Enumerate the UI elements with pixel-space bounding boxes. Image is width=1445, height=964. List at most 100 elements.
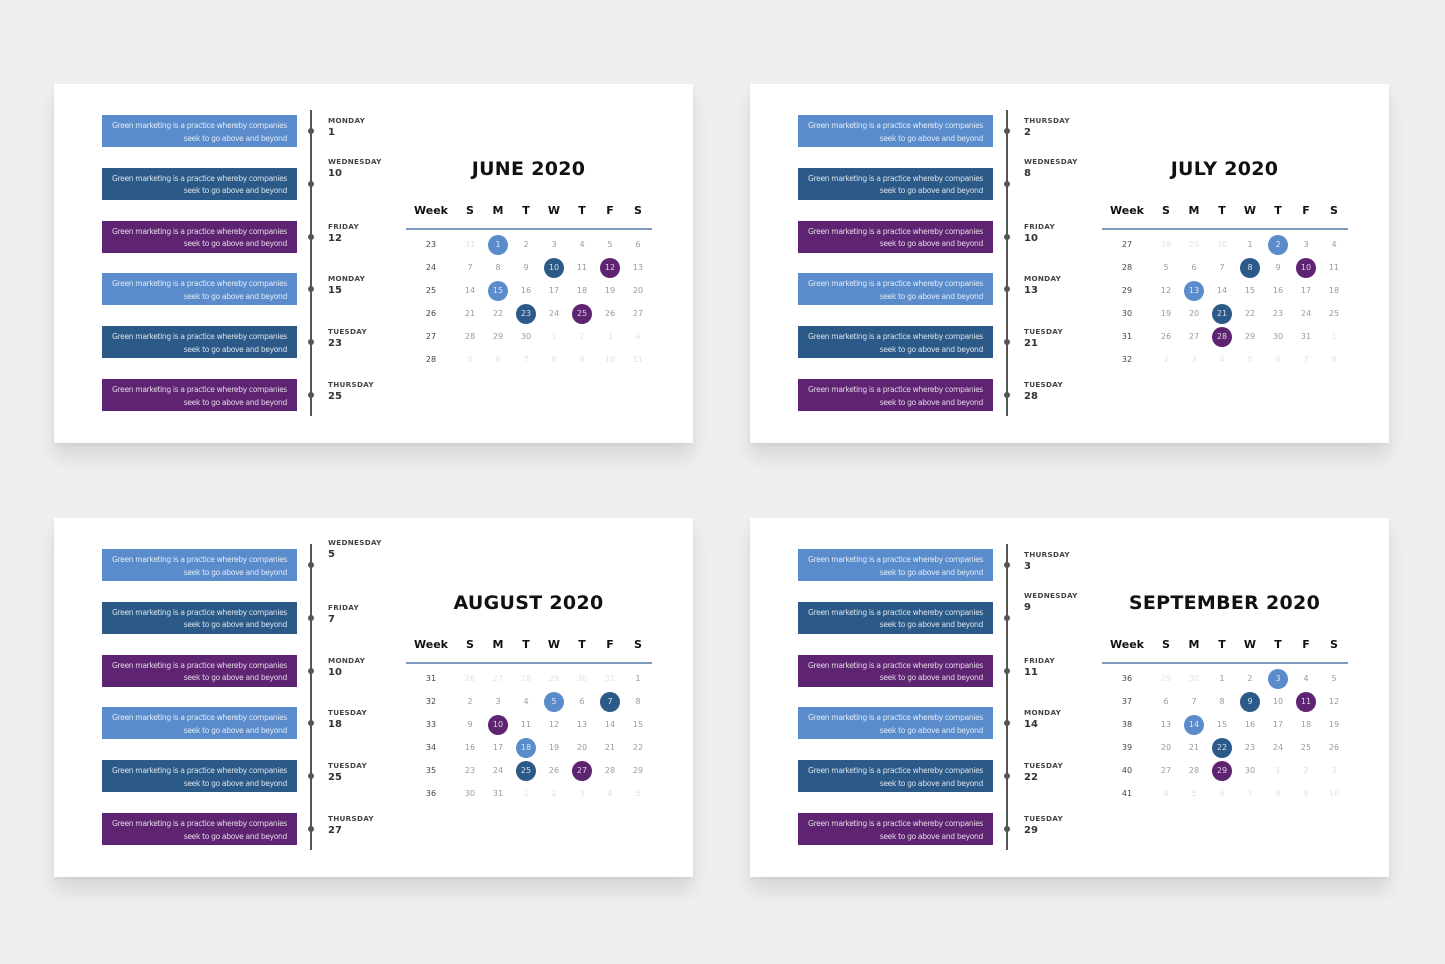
calendar-day-outside-month[interactable]: 10 [600, 350, 620, 370]
calendar-day[interactable]: 29 [628, 761, 648, 781]
calendar-day[interactable]: 20 [628, 281, 648, 301]
calendar-day-outside-month[interactable]: 7 [1296, 350, 1316, 370]
calendar-day-highlighted[interactable]: 10 [544, 258, 564, 278]
calendar-day[interactable]: 5 [1324, 669, 1344, 689]
calendar-day[interactable]: 8 [1212, 692, 1232, 712]
calendar-day[interactable]: 24 [1296, 304, 1316, 324]
calendar-day-outside-month[interactable]: 5 [628, 784, 648, 804]
calendar-day-highlighted[interactable]: 1 [488, 235, 508, 255]
calendar-day-outside-month[interactable]: 6 [1212, 784, 1232, 804]
calendar-day[interactable]: 27 [1184, 327, 1204, 347]
calendar-day[interactable]: 19 [600, 281, 620, 301]
calendar-day[interactable]: 24 [488, 761, 508, 781]
calendar-day-outside-month[interactable]: 30 [572, 669, 592, 689]
calendar-day[interactable]: 17 [1268, 715, 1288, 735]
calendar-day[interactable]: 2 [460, 692, 480, 712]
calendar-day-outside-month[interactable]: 7 [516, 350, 536, 370]
calendar-day[interactable]: 16 [1268, 281, 1288, 301]
calendar-day[interactable]: 29 [488, 327, 508, 347]
calendar-day[interactable]: 18 [1296, 715, 1316, 735]
calendar-day[interactable]: 6 [572, 692, 592, 712]
calendar-day[interactable]: 9 [1268, 258, 1288, 278]
calendar-day-outside-month[interactable]: 9 [1296, 784, 1316, 804]
calendar-day[interactable]: 14 [460, 281, 480, 301]
calendar-day[interactable]: 12 [1324, 692, 1344, 712]
calendar-day-outside-month[interactable]: 11 [628, 350, 648, 370]
calendar-day-outside-month[interactable]: 4 [600, 784, 620, 804]
calendar-day-outside-month[interactable]: 2 [544, 784, 564, 804]
calendar-day-outside-month[interactable]: 27 [488, 669, 508, 689]
calendar-day-outside-month[interactable]: 2 [1296, 761, 1316, 781]
calendar-day[interactable]: 7 [1184, 692, 1204, 712]
calendar-day[interactable]: 24 [1268, 738, 1288, 758]
calendar-day[interactable]: 20 [1184, 304, 1204, 324]
calendar-day-outside-month[interactable]: 7 [1240, 784, 1260, 804]
calendar-day[interactable]: 30 [1240, 761, 1260, 781]
calendar-day-highlighted[interactable]: 11 [1296, 692, 1316, 712]
calendar-day[interactable]: 26 [544, 761, 564, 781]
calendar-day[interactable]: 14 [600, 715, 620, 735]
calendar-day[interactable]: 5 [1156, 258, 1176, 278]
calendar-day[interactable]: 31 [488, 784, 508, 804]
calendar-day-highlighted[interactable]: 21 [1212, 304, 1232, 324]
calendar-day[interactable]: 6 [1184, 258, 1204, 278]
calendar-day[interactable]: 17 [1296, 281, 1316, 301]
calendar-day[interactable]: 11 [1324, 258, 1344, 278]
calendar-day[interactable]: 8 [488, 258, 508, 278]
calendar-day-outside-month[interactable]: 28 [516, 669, 536, 689]
calendar-day[interactable]: 20 [572, 738, 592, 758]
calendar-day[interactable]: 22 [628, 738, 648, 758]
calendar-day[interactable]: 27 [1156, 761, 1176, 781]
calendar-day[interactable]: 21 [1184, 738, 1204, 758]
calendar-day[interactable]: 9 [460, 715, 480, 735]
calendar-day-outside-month[interactable]: 2 [572, 327, 592, 347]
calendar-day[interactable]: 2 [516, 235, 536, 255]
calendar-day-outside-month[interactable]: 2 [1156, 350, 1176, 370]
calendar-day[interactable]: 26 [1156, 327, 1176, 347]
calendar-day-highlighted[interactable]: 29 [1212, 761, 1232, 781]
calendar-day[interactable]: 26 [600, 304, 620, 324]
calendar-day-outside-month[interactable]: 5 [1240, 350, 1260, 370]
calendar-day-outside-month[interactable]: 30 [1212, 235, 1232, 255]
calendar-day[interactable]: 4 [572, 235, 592, 255]
calendar-day-highlighted[interactable]: 15 [488, 281, 508, 301]
calendar-day-highlighted[interactable]: 25 [572, 304, 592, 324]
calendar-day[interactable]: 11 [572, 258, 592, 278]
calendar-day-outside-month[interactable]: 29 [1156, 669, 1176, 689]
calendar-day-outside-month[interactable]: 1 [516, 784, 536, 804]
calendar-day-highlighted[interactable]: 3 [1268, 669, 1288, 689]
calendar-day-outside-month[interactable]: 5 [1184, 784, 1204, 804]
calendar-day[interactable]: 3 [488, 692, 508, 712]
calendar-day[interactable]: 16 [1240, 715, 1260, 735]
calendar-day-highlighted[interactable]: 9 [1240, 692, 1260, 712]
calendar-day[interactable]: 27 [628, 304, 648, 324]
calendar-day-outside-month[interactable]: 5 [460, 350, 480, 370]
calendar-day-highlighted[interactable]: 14 [1184, 715, 1204, 735]
calendar-day-outside-month[interactable]: 26 [460, 669, 480, 689]
calendar-day-outside-month[interactable]: 31 [460, 235, 480, 255]
calendar-day-highlighted[interactable]: 2 [1268, 235, 1288, 255]
calendar-day[interactable]: 30 [516, 327, 536, 347]
calendar-day[interactable]: 23 [1240, 738, 1260, 758]
calendar-day[interactable]: 30 [1268, 327, 1288, 347]
calendar-day-outside-month[interactable]: 30 [1184, 669, 1204, 689]
calendar-day[interactable]: 22 [1240, 304, 1260, 324]
calendar-day[interactable]: 29 [1240, 327, 1260, 347]
calendar-day[interactable]: 12 [544, 715, 564, 735]
calendar-day-highlighted[interactable]: 5 [544, 692, 564, 712]
calendar-day-outside-month[interactable]: 28 [1156, 235, 1176, 255]
calendar-day[interactable]: 19 [1324, 715, 1344, 735]
calendar-day[interactable]: 13 [628, 258, 648, 278]
calendar-day[interactable]: 3 [1296, 235, 1316, 255]
calendar-day[interactable]: 6 [628, 235, 648, 255]
calendar-day-outside-month[interactable]: 3 [600, 327, 620, 347]
calendar-day-highlighted[interactable]: 18 [516, 738, 536, 758]
calendar-day[interactable]: 31 [1296, 327, 1316, 347]
calendar-day[interactable]: 2 [1240, 669, 1260, 689]
calendar-day[interactable]: 7 [1212, 258, 1232, 278]
calendar-day[interactable]: 1 [1240, 235, 1260, 255]
calendar-day[interactable]: 14 [1212, 281, 1232, 301]
calendar-day-outside-month[interactable]: 10 [1324, 784, 1344, 804]
calendar-day[interactable]: 28 [1184, 761, 1204, 781]
calendar-day[interactable]: 3 [544, 235, 564, 255]
